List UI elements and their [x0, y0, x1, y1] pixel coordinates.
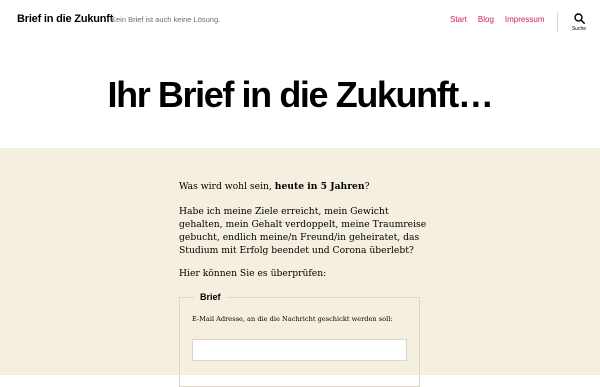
entry-content: Was wird wohl sein, heute in 5 Jahren? H…	[0, 148, 600, 387]
primary-nav: Start Blog Impressum	[450, 15, 544, 24]
email-field[interactable]	[192, 339, 407, 361]
site-header: Brief in die Zukunft Kein Brief ist auch…	[0, 0, 600, 42]
search-toggle-button[interactable]: Suche	[566, 13, 592, 37]
site-description: Kein Brief ist auch keine Lösung.	[111, 15, 221, 24]
email-field-label: E-Mail Adresse, an die die Nachricht ges…	[192, 315, 393, 323]
search-icon	[573, 13, 585, 24]
nav-item-start[interactable]: Start	[450, 15, 467, 24]
page-title: Ihr Brief in die Zukunft…	[107, 74, 494, 115]
search-label: Suche	[571, 26, 587, 32]
nav-divider	[557, 12, 558, 32]
nav-item-blog[interactable]: Blog	[478, 15, 494, 24]
nav-item-impressum[interactable]: Impressum	[505, 15, 545, 24]
site-title[interactable]: Brief in die Zukunft	[17, 13, 113, 25]
letter-form: E-Mail Adresse, an die die Nachricht ges…	[179, 148, 423, 375]
